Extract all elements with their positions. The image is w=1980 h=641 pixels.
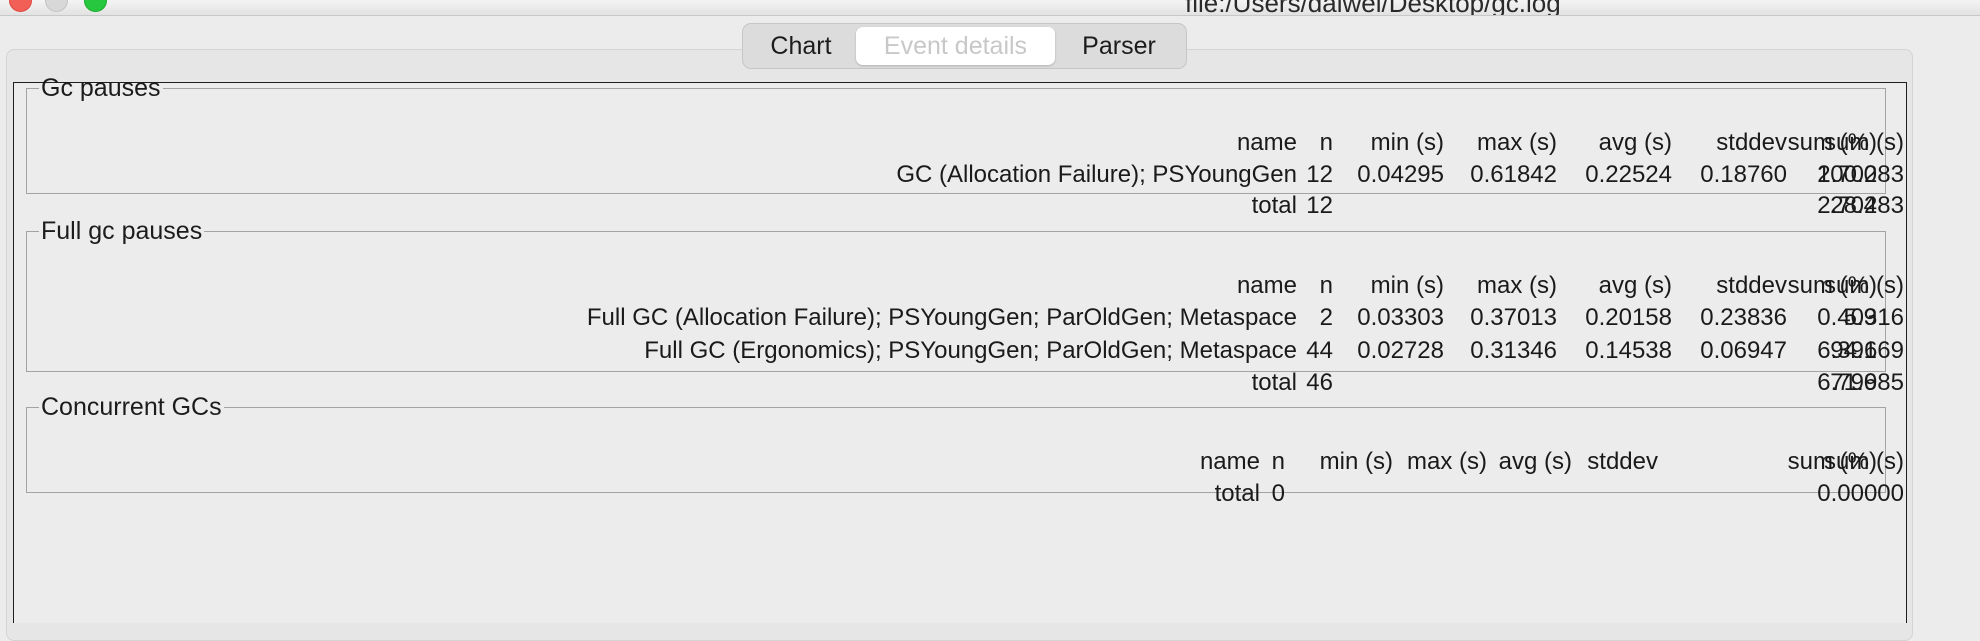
row-min: 0.03303 — [1357, 304, 1444, 331]
row-sum-pct: 5.9 — [1843, 304, 1877, 331]
row-n: 2 — [1319, 304, 1333, 331]
tab-parser[interactable]: Parser — [1055, 27, 1183, 65]
row-name: GC (Allocation Failure); PSYoungGen — [896, 161, 1297, 188]
window-title: file:/Users/daiwei/Desktop/gc.log — [1185, 0, 1561, 16]
col-header-max: max (s) — [1407, 448, 1487, 475]
row-avg: 0.22524 — [1585, 161, 1672, 188]
row-avg: 0.20158 — [1585, 304, 1672, 331]
row-min: 0.02728 — [1357, 337, 1444, 364]
total-label: total — [1214, 480, 1260, 507]
col-header-stddev: stddev — [1716, 272, 1787, 299]
minimize-window-button[interactable] — [45, 0, 68, 12]
row-stddev: 0.06947 — [1700, 337, 1787, 364]
col-header-max: max (s) — [1477, 272, 1557, 299]
window-titlebar: file:/Users/daiwei/Desktop/gc.log — [0, 0, 1980, 16]
col-header-n: n — [1271, 448, 1285, 475]
total-label: total — [1251, 192, 1297, 219]
col-header-stddev: stddev — [1587, 448, 1658, 475]
col-header-name: name — [1236, 272, 1297, 299]
col-header-avg: avg (s) — [1598, 129, 1672, 156]
total-sum-pct: 28.4 — [1830, 192, 1877, 219]
tab-bar: Chart Event details Parser — [742, 23, 1187, 69]
col-header-name: name — [1236, 129, 1297, 156]
row-min: 0.04295 — [1357, 161, 1444, 188]
zoom-window-button[interactable] — [84, 0, 107, 12]
gc-pauses-title: Gc pauses — [41, 74, 161, 102]
row-max: 0.31346 — [1470, 337, 1557, 364]
concurrent-gcs-title: Concurrent GCs — [41, 393, 222, 421]
col-header-min: min (s) — [1319, 448, 1393, 475]
col-header-n: n — [1319, 272, 1333, 299]
row-max: 0.61842 — [1470, 161, 1557, 188]
col-header-max: max (s) — [1477, 129, 1557, 156]
row-max: 0.37013 — [1470, 304, 1557, 331]
close-window-button[interactable] — [9, 0, 32, 12]
col-header-sum-pct: sum (%) — [1787, 272, 1877, 299]
tab-event-details[interactable]: Event details — [856, 27, 1055, 65]
full-gc-pauses-title: Full gc pauses — [41, 217, 203, 245]
col-header-avg: avg (s) — [1598, 272, 1672, 299]
gc-pauses-group: Gc pauses name n min (s) max (s) avg (s)… — [26, 74, 1904, 219]
tab-chart[interactable]: Chart — [746, 27, 856, 65]
col-header-min: min (s) — [1370, 272, 1444, 299]
col-header-sum-pct: sum (%) — [1787, 129, 1877, 156]
row-n: 44 — [1306, 337, 1333, 364]
row-name: Full GC (Allocation Failure); PSYoungGen… — [586, 304, 1297, 331]
concurrent-gcs-group: Concurrent GCs name n min (s) max (s) av… — [26, 393, 1904, 507]
total-sum: 0.00000 — [1817, 480, 1904, 507]
full-gc-pauses-group: Full gc pauses name n min (s) max (s) av… — [26, 217, 1904, 396]
row-name: Full GC (Ergonomics); PSYoungGen; ParOld… — [644, 337, 1297, 364]
row-n: 12 — [1306, 161, 1333, 188]
total-n: 0 — [1271, 480, 1285, 507]
total-n: 12 — [1306, 192, 1333, 219]
col-header-min: min (s) — [1370, 129, 1444, 156]
row-avg: 0.14538 — [1585, 337, 1672, 364]
col-header-avg: avg (s) — [1498, 448, 1572, 475]
row-sum-pct: 100.0 — [1816, 161, 1877, 188]
col-header-sum-pct: sum (%) — [1787, 448, 1877, 475]
row-sum-pct: 94.1 — [1830, 337, 1877, 364]
col-header-name: name — [1199, 448, 1260, 475]
row-stddev: 0.23836 — [1700, 304, 1787, 331]
col-header-n: n — [1319, 129, 1333, 156]
col-header-stddev: stddev — [1716, 129, 1787, 156]
row-stddev: 0.18760 — [1700, 161, 1787, 188]
event-details-content: Gc pauses name n min (s) max (s) avg (s)… — [13, 74, 1907, 623]
